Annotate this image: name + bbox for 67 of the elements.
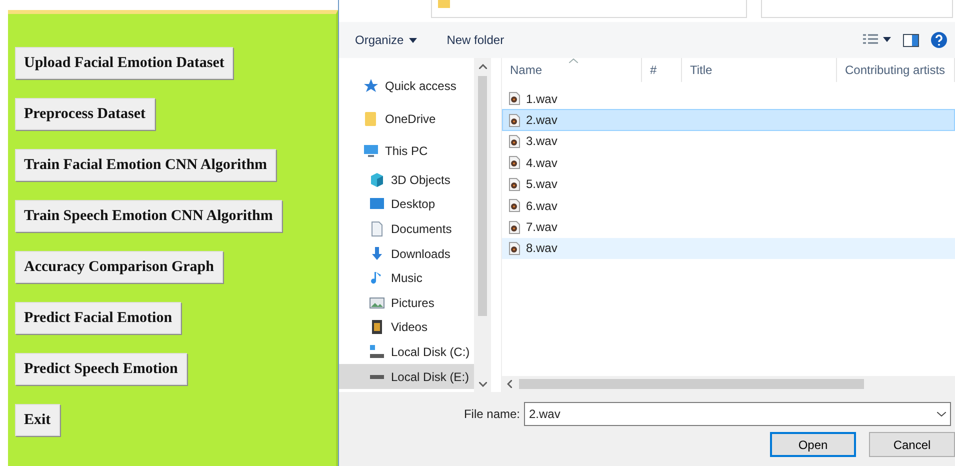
dropdown-caret-icon[interactable] <box>937 412 946 416</box>
document-icon <box>369 220 385 237</box>
file-row[interactable]: 2.wav <box>502 109 955 131</box>
search-field[interactable] <box>761 0 953 18</box>
navigation-item[interactable]: Downloads <box>339 241 474 266</box>
caret-icon <box>408 38 417 42</box>
column-header[interactable]: Name <box>502 58 642 82</box>
navigation-item[interactable]: OneDrive <box>339 102 474 135</box>
navigation-item[interactable]: Desktop <box>339 192 474 217</box>
address-field[interactable] <box>431 0 747 18</box>
navigation-item[interactable]: Local Disk (E:) <box>339 364 474 389</box>
dialog-button[interactable]: Cancel <box>869 432 955 457</box>
audio-file-icon <box>509 199 520 212</box>
audio-file-icon <box>509 156 520 170</box>
new-folder-button[interactable]: New folder <box>446 33 504 47</box>
file-row[interactable]: 3.wav <box>502 130 955 152</box>
navigation-item[interactable]: This PC <box>339 135 474 168</box>
audio-file-icon <box>509 242 520 255</box>
audio-file-icon <box>509 134 520 148</box>
download-arrow-icon <box>369 246 385 262</box>
navigation-item[interactable]: Music <box>339 266 474 290</box>
cube-icon <box>369 172 385 188</box>
file-row[interactable]: 7.wav <box>502 216 955 238</box>
action-button[interactable]: Accuracy Comparison Graph <box>15 251 223 283</box>
file-name-label: File name: <box>464 407 520 421</box>
sort-caret-icon <box>569 58 578 63</box>
action-button[interactable]: Exit <box>15 404 60 436</box>
drive-icon <box>370 374 384 379</box>
file-row[interactable]: 5.wav <box>502 174 955 195</box>
help-icon[interactable] <box>931 32 947 48</box>
file-row[interactable]: 1.wav <box>502 88 955 110</box>
column-header[interactable]: # <box>642 58 682 82</box>
navigation-item[interactable]: Pictures <box>339 290 474 316</box>
column-header[interactable]: Contributing artists <box>837 58 955 82</box>
film-icon <box>369 319 385 336</box>
drive-icon <box>369 344 385 360</box>
navigation-item[interactable]: Documents <box>339 216 474 242</box>
action-button[interactable]: Predict Facial Emotion <box>15 302 182 334</box>
action-button[interactable]: Predict Speech Emotion <box>15 353 187 385</box>
navigation-item[interactable]: Videos <box>339 315 474 340</box>
horizontal-scrollbar[interactable] <box>502 376 955 392</box>
navigation-item[interactable]: Quick access <box>339 70 474 102</box>
monitor-icon <box>363 143 379 160</box>
audio-file-icon <box>509 92 520 106</box>
file-row[interactable]: 8.wav <box>502 238 955 260</box>
action-button[interactable]: Upload Facial Emotion Dataset <box>15 47 234 79</box>
folder-icon <box>363 110 379 127</box>
vertical-scrollbar[interactable] <box>474 58 491 392</box>
navigation-item[interactable]: 3D Objects <box>339 168 474 192</box>
audio-file-icon <box>509 114 520 127</box>
file-name-field[interactable]: 2.wav <box>524 402 951 426</box>
file-row[interactable]: 4.wav <box>502 152 955 174</box>
action-button[interactable]: Preprocess Dataset <box>15 98 154 130</box>
dialog-button[interactable]: Open <box>770 432 856 457</box>
audio-file-icon <box>509 220 520 234</box>
preview-pane-icon[interactable] <box>903 34 919 46</box>
action-button[interactable]: Train Facial Emotion CNN Algorithm <box>15 149 276 181</box>
file-row[interactable]: 6.wav <box>502 194 955 216</box>
star-icon <box>363 78 379 94</box>
navigation-item[interactable]: Local Disk (C:) <box>339 340 474 364</box>
column-header[interactable]: Title <box>682 58 837 82</box>
view-options-icon[interactable] <box>863 34 891 46</box>
pictures-icon <box>369 294 385 311</box>
organize-menu[interactable]: Organize <box>355 33 417 47</box>
action-button[interactable]: Train Speech Emotion CNN Algorithm <box>15 200 282 232</box>
folder-icon <box>438 0 450 8</box>
audio-file-icon <box>509 178 520 191</box>
